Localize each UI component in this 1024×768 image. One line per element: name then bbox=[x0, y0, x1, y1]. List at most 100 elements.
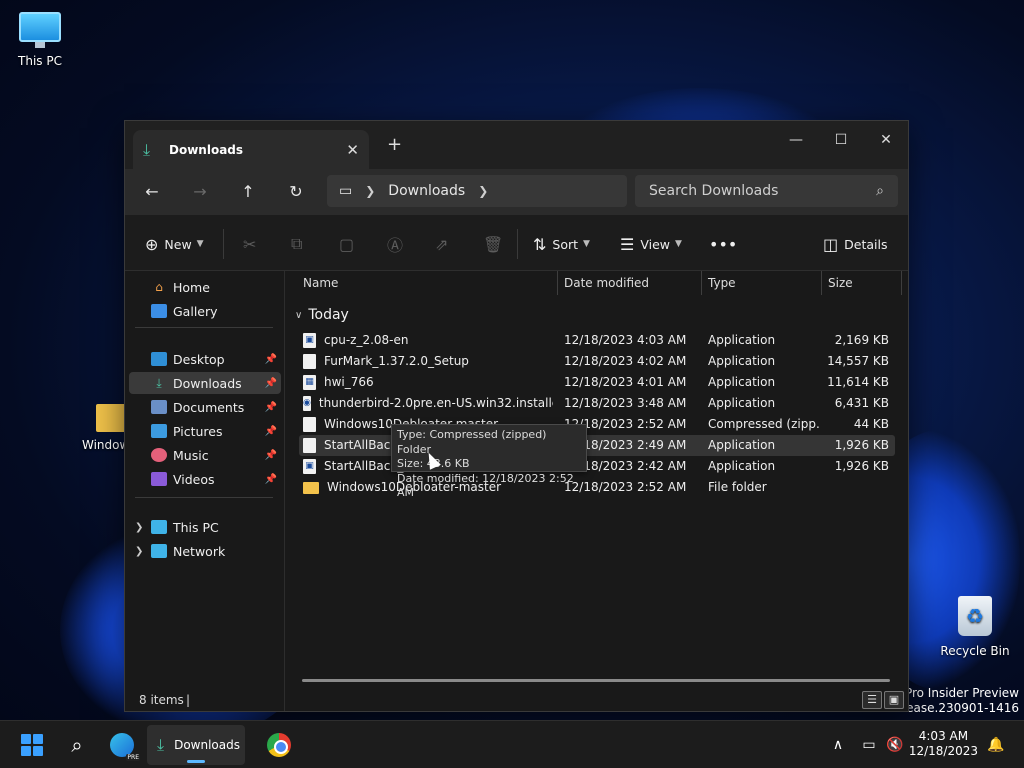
sidebar-item-network[interactable]: ❯ Network bbox=[129, 540, 281, 562]
tooltip-type: Type: Compressed (zipped) Folder bbox=[397, 428, 547, 456]
network-icon bbox=[151, 544, 167, 558]
pin-icon[interactable]: 📌 bbox=[265, 450, 277, 461]
music-icon bbox=[151, 448, 167, 462]
desktop-icon-recycle-bin[interactable]: ♻ Recycle Bin bbox=[935, 596, 1015, 658]
start-button[interactable] bbox=[20, 729, 44, 761]
file-row[interactable]: Windows10Debloater-master 12/18/2023 2:5… bbox=[299, 414, 895, 435]
show-hidden-icons-button[interactable]: ∧ bbox=[828, 729, 848, 761]
view-label: View bbox=[640, 236, 671, 252]
file-row[interactable]: StartAllBack_ 12/18/2023 2:49 AM Applica… bbox=[299, 435, 895, 456]
taskbar-explorer-button[interactable]: ⤓ Downloads bbox=[147, 725, 245, 765]
details-label: Details bbox=[844, 236, 888, 252]
refresh-button[interactable]: ↻ bbox=[283, 179, 309, 205]
file-row[interactable]: FurMark_1.37.2.0_Setup 12/18/2023 4:02 A… bbox=[299, 351, 895, 372]
copy-button[interactable]: ⧉ bbox=[291, 231, 308, 257]
close-window-button[interactable]: ✕ bbox=[863, 125, 908, 155]
minimize-button[interactable]: — bbox=[773, 125, 819, 155]
maximize-button[interactable]: ☐ bbox=[818, 125, 864, 155]
close-tab-icon[interactable]: ✕ bbox=[346, 141, 359, 159]
breadcrumb-downloads[interactable]: Downloads bbox=[388, 183, 465, 199]
chevron-right-icon[interactable]: ❯ bbox=[135, 522, 143, 533]
paste-button[interactable]: ▢ bbox=[339, 231, 360, 257]
share-icon: ⇗ bbox=[435, 234, 449, 254]
tiles-view-button[interactable]: ▣ bbox=[884, 691, 904, 709]
address-bar[interactable]: ▭ ❯ Downloads ❯ bbox=[327, 175, 627, 207]
ellipsis-icon: ••• bbox=[709, 234, 738, 254]
column-divider[interactable] bbox=[557, 271, 558, 295]
new-tab-button[interactable]: + bbox=[387, 134, 402, 155]
view-button[interactable]: ☰ View ▼ bbox=[620, 231, 682, 257]
network-status-button[interactable]: ▭ bbox=[858, 729, 880, 761]
delete-button[interactable]: 🗑 bbox=[483, 231, 509, 257]
sidebar-item-downloads[interactable]: ⤓ Downloads 📌 bbox=[129, 372, 281, 394]
search-box[interactable]: Search Downloads ⌕ bbox=[635, 175, 898, 207]
sidebar-item-pictures[interactable]: Pictures 📌 bbox=[129, 420, 281, 442]
view-list-icon: ☰ bbox=[620, 234, 635, 254]
sidebar-item-music[interactable]: Music 📌 bbox=[129, 444, 281, 466]
details-pane-icon: ◫ bbox=[823, 234, 839, 254]
sidebar-item-gallery[interactable]: Gallery bbox=[129, 300, 281, 322]
pin-icon[interactable]: 📌 bbox=[265, 378, 277, 389]
details-view-button[interactable]: ☰ bbox=[862, 691, 882, 709]
file-row[interactable]: Windows10Debloater-master 12/18/2023 2:5… bbox=[299, 477, 895, 498]
edge-button[interactable]: PRE bbox=[108, 729, 140, 761]
new-button[interactable]: ⊕ New ▼ bbox=[145, 231, 204, 257]
search-input[interactable]: Search Downloads bbox=[649, 183, 876, 199]
sidebar-item-documents[interactable]: Documents 📌 bbox=[129, 396, 281, 418]
desktop-icon-window[interactable]: Window bbox=[74, 404, 129, 452]
share-button[interactable]: ⇗ bbox=[435, 231, 454, 257]
system-clock[interactable]: 4:03 AM 12/18/2023 bbox=[909, 729, 978, 759]
up-button[interactable]: ↑ bbox=[235, 179, 261, 205]
details-button[interactable]: ◫ Details bbox=[823, 231, 887, 257]
chrome-button[interactable] bbox=[266, 729, 292, 761]
chevron-down-icon: ▼ bbox=[675, 239, 682, 249]
column-header-type[interactable]: Type bbox=[708, 271, 736, 295]
sort-button[interactable]: ⇅ Sort ▼ bbox=[533, 231, 590, 257]
file-type: Application bbox=[708, 438, 776, 452]
title-bar: ⤓ Downloads ✕ + — ☐ ✕ bbox=[125, 121, 908, 169]
trash-icon: 🗑 bbox=[483, 234, 504, 254]
file-explorer-window: ⤓ Downloads ✕ + — ☐ ✕ ← → ↑ ↻ ▭ ❯ Downlo… bbox=[124, 120, 909, 712]
search-button[interactable]: ⌕ bbox=[64, 729, 90, 761]
pin-icon[interactable]: 📌 bbox=[265, 354, 277, 365]
file-row[interactable]: ▣ cpu-z_2.08-en 12/18/2023 4:03 AM Applic… bbox=[299, 330, 895, 351]
file-row[interactable]: ▣ StartAllBack_ 12/18/2023 2:42 AM Applic… bbox=[299, 456, 895, 477]
column-header-date[interactable]: Date modified bbox=[564, 271, 649, 295]
pin-icon[interactable]: 📌 bbox=[265, 402, 277, 413]
item-count: 8 items bbox=[139, 693, 184, 707]
file-type: Application bbox=[708, 375, 776, 389]
videos-icon bbox=[151, 472, 167, 486]
forward-button[interactable]: → bbox=[187, 179, 213, 205]
back-button[interactable]: ← bbox=[139, 179, 165, 205]
file-row[interactable]: ▦ hwi_766 12/18/2023 4:01 AM Application … bbox=[299, 372, 895, 393]
group-label: Today bbox=[308, 307, 349, 323]
desktop-icon-this-pc[interactable]: This PC bbox=[0, 12, 80, 68]
notifications-button[interactable]: 🔔 bbox=[986, 729, 1006, 761]
pin-icon[interactable]: 📌 bbox=[265, 474, 277, 485]
cut-button[interactable]: ✂ bbox=[243, 231, 262, 257]
file-size: 1,926 KB bbox=[834, 438, 889, 452]
column-divider[interactable] bbox=[701, 271, 702, 295]
column-header-name[interactable]: Name bbox=[303, 271, 338, 295]
file-icon bbox=[303, 438, 316, 453]
sidebar-item-home[interactable]: ⌂ Home bbox=[129, 276, 281, 298]
chevron-right-icon[interactable]: ❯ bbox=[135, 546, 143, 557]
sidebar-item-desktop[interactable]: Desktop 📌 bbox=[129, 348, 281, 370]
chevron-right-icon[interactable]: ❯ bbox=[478, 184, 488, 198]
tab-downloads[interactable]: ⤓ Downloads ✕ bbox=[133, 130, 369, 169]
group-header-today[interactable]: ∨ Today bbox=[295, 307, 349, 323]
volume-button[interactable]: 🔇 bbox=[884, 729, 906, 761]
file-size: 1,926 KB bbox=[834, 459, 889, 473]
column-header-size[interactable]: Size bbox=[828, 271, 853, 295]
horizontal-scrollbar[interactable] bbox=[302, 679, 890, 682]
column-divider[interactable] bbox=[821, 271, 822, 295]
file-name: FurMark_1.37.2.0_Setup bbox=[324, 354, 469, 368]
volume-muted-icon: 🔇 bbox=[886, 737, 904, 753]
file-row[interactable]: ◉ thunderbird-2.0pre.en-US.win32.installe… bbox=[299, 393, 895, 414]
column-divider[interactable] bbox=[901, 271, 902, 295]
rename-button[interactable]: Ⓐ bbox=[387, 231, 409, 257]
pin-icon[interactable]: 📌 bbox=[265, 426, 277, 437]
more-options-button[interactable]: ••• bbox=[709, 231, 737, 257]
sidebar-item-this-pc[interactable]: ❯ This PC bbox=[129, 516, 281, 538]
sidebar-item-videos[interactable]: Videos 📌 bbox=[129, 468, 281, 490]
